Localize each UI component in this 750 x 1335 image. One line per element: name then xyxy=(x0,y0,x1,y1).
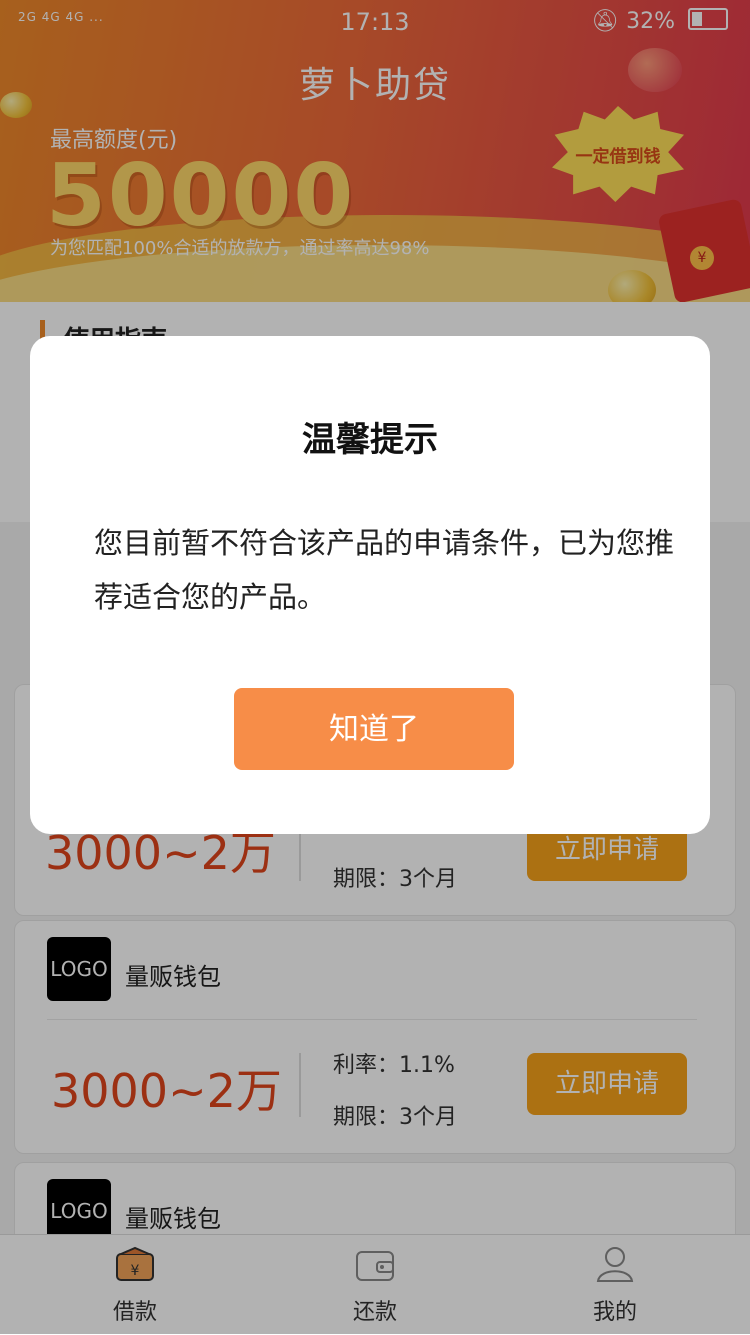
dialog-message: 您目前暂不符合该产品的申请条件，已为您推荐适合您的产品。 xyxy=(94,526,675,614)
dialog-title: 温馨提示 xyxy=(302,420,438,460)
dialog-confirm-button[interactable]: 知道了 xyxy=(234,688,514,770)
